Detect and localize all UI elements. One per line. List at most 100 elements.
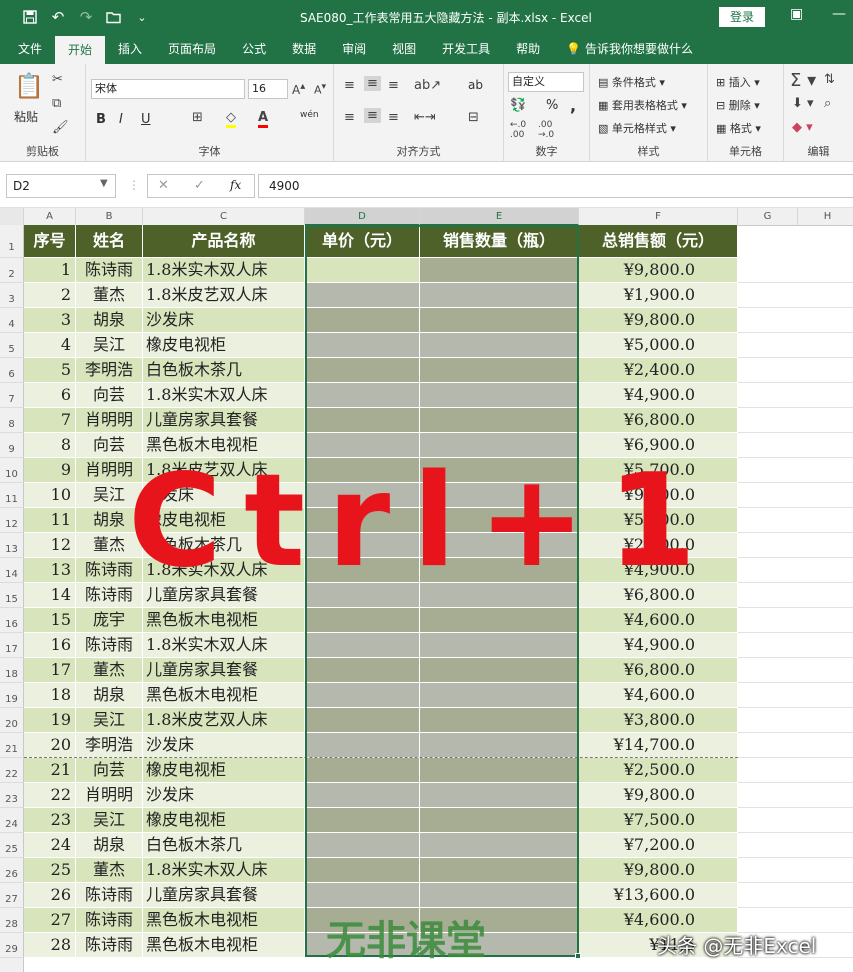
number-format-box[interactable]: 自定义 xyxy=(508,72,584,92)
col-header-b[interactable]: B xyxy=(76,208,143,226)
select-all-corner[interactable] xyxy=(0,208,24,226)
tab-data[interactable]: 数据 xyxy=(279,34,329,64)
empty-cell[interactable] xyxy=(738,833,853,858)
row-header[interactable]: 18 xyxy=(0,658,24,683)
cell-total[interactable]: ¥2,500.0 xyxy=(579,758,738,783)
cell-total[interactable]: ¥9,800.0 xyxy=(579,258,738,283)
cell-total[interactable]: ¥2,400.0 xyxy=(579,358,738,383)
cell-price[interactable] xyxy=(305,783,420,808)
cell-product[interactable]: 1.8米实木双人床 xyxy=(143,633,305,658)
cell-total[interactable]: ¥4,900.0 xyxy=(579,383,738,408)
empty-cell[interactable] xyxy=(738,258,853,283)
customize-qat-icon[interactable]: ⌄ xyxy=(128,3,156,31)
tab-help[interactable]: 帮助 xyxy=(503,34,553,64)
cell-name[interactable]: 肖明明 xyxy=(76,408,143,433)
cell-name[interactable]: 肖明明 xyxy=(76,783,143,808)
cell-seq[interactable]: 7 xyxy=(24,408,76,433)
cell-product[interactable]: 儿童房家具套餐 xyxy=(143,408,305,433)
row-header[interactable]: 10 xyxy=(0,458,24,483)
bold-button[interactable]: B xyxy=(96,112,106,127)
tab-file[interactable]: 文件 xyxy=(0,34,55,64)
cell-price[interactable] xyxy=(305,708,420,733)
cell-name[interactable]: 吴江 xyxy=(76,708,143,733)
cell-quantity[interactable] xyxy=(420,883,579,908)
empty-cell[interactable] xyxy=(738,783,853,808)
cell-seq[interactable]: 4 xyxy=(24,333,76,358)
row-header[interactable]: 13 xyxy=(0,533,24,558)
cell-seq[interactable]: 21 xyxy=(24,758,76,783)
cell-product[interactable]: 黑色板木电视柜 xyxy=(143,683,305,708)
cell-quantity[interactable] xyxy=(420,408,579,433)
format-as-table-button[interactable]: ▦ 套用表格格式 ▾ xyxy=(598,97,687,113)
formula-input[interactable]: 4900 xyxy=(258,174,853,198)
cell-name[interactable]: 向芸 xyxy=(76,758,143,783)
cell-seq[interactable]: 19 xyxy=(24,708,76,733)
cell-seq[interactable]: 8 xyxy=(24,433,76,458)
percent-button[interactable]: % xyxy=(546,98,558,113)
row-header[interactable]: 27 xyxy=(0,883,24,908)
header-cell-quantity[interactable]: 销售数量（瓶） xyxy=(420,225,579,258)
cell-seq[interactable]: 1 xyxy=(24,258,76,283)
cell-seq[interactable]: 20 xyxy=(24,733,76,758)
cell-seq[interactable]: 3 xyxy=(24,308,76,333)
cell-name[interactable]: 胡泉 xyxy=(76,833,143,858)
col-header-h[interactable]: H xyxy=(798,208,853,226)
empty-cell[interactable] xyxy=(738,533,853,558)
cell-quantity[interactable] xyxy=(420,858,579,883)
col-header-f[interactable]: F xyxy=(579,208,738,226)
cell-seq[interactable]: 6 xyxy=(24,383,76,408)
cell-total[interactable]: ¥4,900.0 xyxy=(579,633,738,658)
cell-seq[interactable]: 24 xyxy=(24,833,76,858)
cell-name[interactable]: 庞宇 xyxy=(76,608,143,633)
cell-seq[interactable]: 2 xyxy=(24,283,76,308)
row-header[interactable]: 6 xyxy=(0,358,24,383)
empty-cell[interactable] xyxy=(738,683,853,708)
row-header[interactable]: 14 xyxy=(0,558,24,583)
grow-font-icon[interactable]: A▴ xyxy=(292,81,305,97)
row-header[interactable]: 28 xyxy=(0,908,24,933)
empty-cell[interactable] xyxy=(738,558,853,583)
col-header-a[interactable]: A xyxy=(24,208,76,226)
insert-cells-button[interactable]: ⊞ 插入 ▾ xyxy=(716,74,760,90)
undo-icon[interactable]: ↶ xyxy=(44,3,72,31)
col-header-c[interactable]: C xyxy=(143,208,305,226)
shrink-font-icon[interactable]: A▾ xyxy=(314,81,326,97)
empty-cell[interactable] xyxy=(738,633,853,658)
name-box-dropdown-icon[interactable]: ▼ xyxy=(100,178,108,189)
align-right-icon[interactable]: ≡ xyxy=(388,110,399,125)
cell-seq[interactable]: 18 xyxy=(24,683,76,708)
copy-icon[interactable]: ⧉ xyxy=(52,96,61,111)
row-header[interactable]: 2 xyxy=(0,258,24,283)
row-header[interactable]: 22 xyxy=(0,758,24,783)
cell-quantity[interactable] xyxy=(420,283,579,308)
empty-cell[interactable] xyxy=(738,608,853,633)
cell-name[interactable]: 董杰 xyxy=(76,658,143,683)
cell-product[interactable]: 儿童房家具套餐 xyxy=(143,883,305,908)
row-header[interactable]: 21 xyxy=(0,733,24,758)
font-name-box[interactable]: 宋体 xyxy=(91,79,245,99)
cell-price[interactable] xyxy=(305,383,420,408)
tab-view[interactable]: 视图 xyxy=(379,34,429,64)
cell-name[interactable]: 陈诗雨 xyxy=(76,883,143,908)
format-painter-icon[interactable]: 🖌 xyxy=(52,120,69,135)
row-header[interactable]: 9 xyxy=(0,433,24,458)
comma-button[interactable]: , xyxy=(570,96,576,115)
cell-seq[interactable]: 14 xyxy=(24,583,76,608)
cell-total[interactable]: ¥9,800.0 xyxy=(579,308,738,333)
empty-cell[interactable] xyxy=(738,758,853,783)
fill-handle[interactable] xyxy=(575,953,581,959)
cell-price[interactable] xyxy=(305,683,420,708)
fill-color-icon[interactable]: ◇ xyxy=(226,110,236,128)
delete-cells-button[interactable]: ⊟ 删除 ▾ xyxy=(716,97,760,113)
cell-price[interactable] xyxy=(305,258,420,283)
row-header[interactable]: 12 xyxy=(0,508,24,533)
empty-cell[interactable] xyxy=(738,433,853,458)
tab-formulas[interactable]: 公式 xyxy=(229,34,279,64)
cell-price[interactable] xyxy=(305,808,420,833)
align-middle-icon[interactable]: ≡ xyxy=(364,76,381,91)
cell-seq[interactable]: 15 xyxy=(24,608,76,633)
row-header[interactable]: 8 xyxy=(0,408,24,433)
header-cell-total[interactable]: 总销售额（元） xyxy=(579,225,738,258)
row-header[interactable]: 1 xyxy=(0,225,24,258)
cell-product[interactable]: 1.8米实木双人床 xyxy=(143,383,305,408)
